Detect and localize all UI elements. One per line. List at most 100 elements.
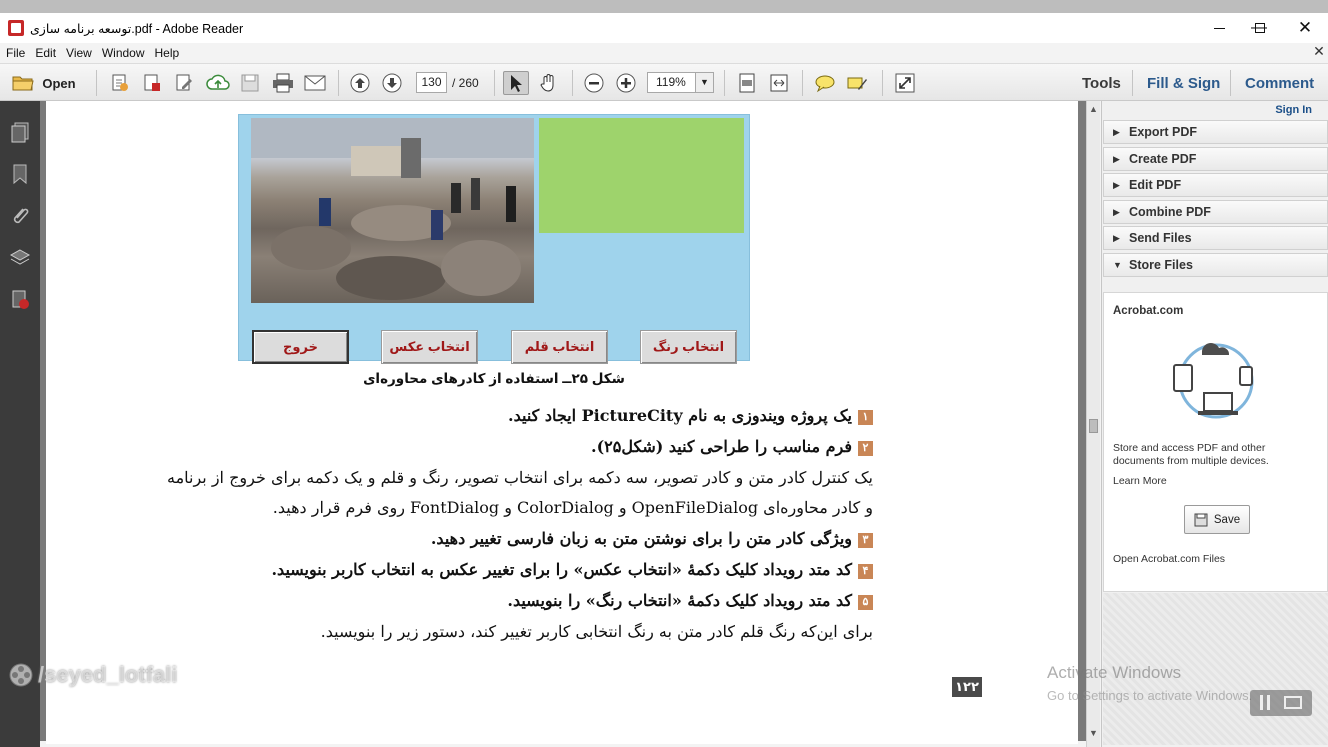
page-number-input[interactable]: 130 [416,72,447,93]
menu-view[interactable]: View [66,46,92,60]
hand-tool-icon[interactable] [536,71,562,95]
activate-windows-title: Activate Windows [1047,663,1182,682]
fill-sign-button[interactable]: Fill & Sign [1147,75,1220,92]
minimize-icon [1213,27,1225,29]
maximize-window-button[interactable] [1237,13,1283,43]
pdf-app-icon [8,20,24,36]
attachments-icon[interactable] [9,205,31,227]
chevron-down-icon[interactable]: ▼ [695,73,713,92]
main-toolbar: Open 130 / 260 119% ▼ Tools Fill & Sign … [0,63,1328,101]
step-3: ۳ویژگی کادر متن را برای نوشتن متن به زبا… [73,529,873,548]
print-icon[interactable] [270,71,296,95]
document-view[interactable]: انتخاب رنگ انتخاب قلم انتخاب عکس خروج شک… [40,101,1086,744]
figure-button-font: انتخاب قلم [511,330,608,364]
scroll-down-icon[interactable]: ▼ [1089,728,1098,738]
minimize-window-button[interactable] [1196,13,1242,43]
save-button[interactable]: Save [1184,505,1250,534]
signatures-icon[interactable] [9,289,31,311]
store-files-panel: Acrobat.com Store and access PDF and oth… [1103,292,1328,592]
triangle-down-icon: ▼ [1113,260,1122,270]
cloud-upload-icon[interactable] [204,71,232,95]
zoom-select[interactable]: 119% ▼ [647,72,714,93]
folder-icon [12,76,34,91]
figure-button-picture: انتخاب عکس [381,330,478,364]
comment-button[interactable]: Comment [1245,75,1314,92]
open-acrobat-files-link[interactable]: Open Acrobat.com Files [1113,553,1225,565]
screen-icon [1284,696,1302,709]
panel-create-pdf[interactable]: ▶ Create PDF [1103,147,1328,171]
panel-send-files[interactable]: ▶ Send Files [1103,226,1328,250]
zoom-value: 119% [656,75,686,89]
fit-page-icon[interactable] [734,71,760,95]
figure-caption: شکل ۲۵ــ استفاده از کادرهای محاوره‌ای [363,371,625,386]
tools-button[interactable]: Tools [1082,75,1121,92]
form-figure: انتخاب رنگ انتخاب قلم انتخاب عکس خروج [238,114,750,364]
video-controls[interactable] [1250,690,1312,716]
layers-icon[interactable] [9,247,31,269]
scroll-up-icon[interactable]: ▲ [1089,104,1098,114]
cloud-devices-icon [1173,343,1254,419]
step-1: ۱یک پروژه ویندوزی به نام PictureCity ایج… [73,406,873,425]
triangle-right-icon: ▶ [1113,153,1120,164]
open-label: Open [42,75,76,91]
learn-more-link[interactable]: Learn More [1113,475,1167,487]
film-reel-icon [9,663,33,687]
save-disk-icon [1194,513,1208,526]
menu-window[interactable]: Window [102,46,145,60]
menu-file[interactable]: File [6,46,25,60]
panel-export-pdf[interactable]: ▶ Export PDF [1103,120,1328,144]
figure-button-exit: خروج [252,330,349,364]
paragraph-1-line-1: یک کنترل کادر متن و کادر تصویر، سه دکمه … [166,468,873,487]
triangle-right-icon: ▶ [1113,232,1120,243]
fit-width-icon[interactable] [766,71,792,95]
paragraph-1-line-2: و کادر محاوره‌ای OpenFileDialog و ColorD… [272,498,873,517]
tools-pane: Sign In ▶ Export PDF ▶ Create PDF ▶ Edit PD… [1101,101,1328,747]
pdf-page: انتخاب رنگ انتخاب قلم انتخاب عکس خروج شک… [46,101,1078,744]
maximize-icon [1255,23,1265,33]
menu-help[interactable]: Help [155,46,180,60]
page-total: / 260 [452,76,479,90]
panel-combine-pdf[interactable]: ▶ Combine PDF [1103,200,1328,224]
close-icon: ✕ [1297,18,1313,37]
vertical-scrollbar[interactable]: ▲ ▼ [1086,101,1100,747]
edit-doc-icon[interactable] [172,71,196,95]
beach-cleanup-photo [251,118,534,303]
panel-edit-pdf[interactable]: ▶ Edit PDF [1103,173,1328,197]
page-number: ۱۲۲ [952,677,982,697]
title-bar: توسعه برنامه سازی.pdf - Adobe Reader — [0,13,1328,43]
next-page-icon[interactable] [380,71,404,95]
text-box-preview [539,118,744,233]
triangle-right-icon: ▶ [1113,126,1120,137]
open-button[interactable]: Open [8,71,80,95]
activate-windows-subtitle: Go to Settings to activate Windows. [1047,688,1253,703]
menu-edit[interactable]: Edit [35,46,56,60]
save-icon[interactable] [238,71,262,95]
navigation-rail [0,101,40,747]
sign-in-link[interactable]: Sign In [1275,104,1312,116]
window-title: توسعه برنامه سازی.pdf - Adobe Reader [30,21,244,36]
bookmarks-icon[interactable] [9,163,31,185]
pdf-settings-icon[interactable] [140,71,164,95]
previous-page-icon[interactable] [348,71,372,95]
channel-watermark: /seyed_lotfali [8,662,177,688]
select-tool-icon[interactable] [503,71,529,95]
pause-icon [1260,695,1263,710]
zoom-out-icon[interactable] [582,71,606,95]
page-thumbnails-icon[interactable] [9,121,31,143]
scroll-thumb[interactable] [1089,419,1098,433]
step-2: ۲فرم مناسب را طراحی کنید (شکل۲۵). [73,437,873,456]
zoom-in-icon[interactable] [614,71,638,95]
acrobat-heading: Acrobat.com [1113,305,1184,317]
email-icon[interactable] [302,71,328,95]
create-pdf-icon[interactable] [108,71,132,95]
adobe-reader-window: توسعه برنامه سازی.pdf - Adobe Reader — F… [0,13,1328,747]
close-document-icon[interactable]: ✕ [1312,43,1326,63]
store-description: Store and access PDF and other documents… [1113,442,1269,467]
panel-store-files[interactable]: ▼ Store Files [1103,253,1328,277]
full-screen-icon[interactable] [892,71,918,95]
comment-bubble-icon[interactable] [812,71,838,95]
paragraph-2: برای این‌که رنگ قلم کادر متن به رنگ انتخ… [320,622,873,641]
close-window-button[interactable]: ✕ [1282,13,1328,43]
triangle-right-icon: ▶ [1113,206,1120,217]
highlight-pen-icon[interactable] [844,71,870,95]
